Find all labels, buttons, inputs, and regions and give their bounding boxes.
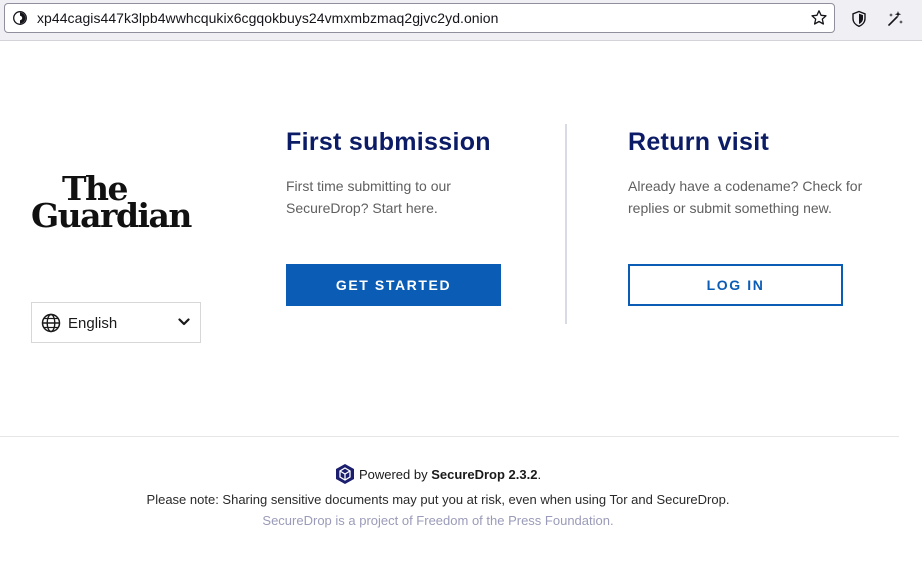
get-started-button[interactable]: GET STARTED [286, 264, 501, 306]
powered-prefix: Powered by [358, 467, 428, 482]
logo-line-guardian: Guardian [31, 196, 192, 235]
securedrop-logo-icon [335, 464, 354, 484]
first-submission-text: First time submitting to our SecureDrop?… [286, 178, 451, 216]
sparkle-icon[interactable] [885, 9, 905, 29]
risk-note: Please note: Sharing sensitive documents… [146, 492, 730, 507]
language-select[interactable]: English [31, 302, 201, 343]
first-submission-title: First submission [286, 128, 491, 156]
onion-icon [13, 11, 27, 25]
footer-divider [0, 436, 899, 437]
globe-icon [41, 313, 61, 333]
fpf-link[interactable]: SecureDrop is a project of Freedom of th… [0, 513, 876, 528]
return-visit-title: Return visit [628, 128, 770, 156]
return-visit-text: Already have a codename? Check for repli… [628, 178, 863, 216]
log-in-button[interactable]: LOG IN [628, 264, 843, 306]
first-submission-section: First submission First time submitting t… [286, 128, 511, 219]
browser-toolbar: xp44cagis447k3lpb4wwhcqukix6cgqokbuys24v… [0, 0, 922, 41]
powered-suffix: . [537, 467, 542, 482]
securedrop-version: SecureDrop 2.3.2 [431, 467, 538, 482]
language-selected: English [68, 315, 118, 332]
address-bar[interactable]: xp44cagis447k3lpb4wwhcqukix6cgqokbuys24v… [4, 3, 835, 33]
star-icon[interactable] [810, 9, 828, 27]
shield-icon[interactable] [850, 10, 868, 28]
powered-by: Powered by SecureDrop 2.3.2. [0, 463, 876, 485]
return-visit-section: Return visit Already have a codename? Ch… [628, 128, 888, 219]
url-text[interactable]: xp44cagis447k3lpb4wwhcqukix6cgqokbuys24v… [37, 10, 498, 26]
guardian-logo: The Guardian [31, 172, 203, 232]
chevron-down-icon [178, 318, 190, 326]
column-divider [565, 124, 567, 324]
